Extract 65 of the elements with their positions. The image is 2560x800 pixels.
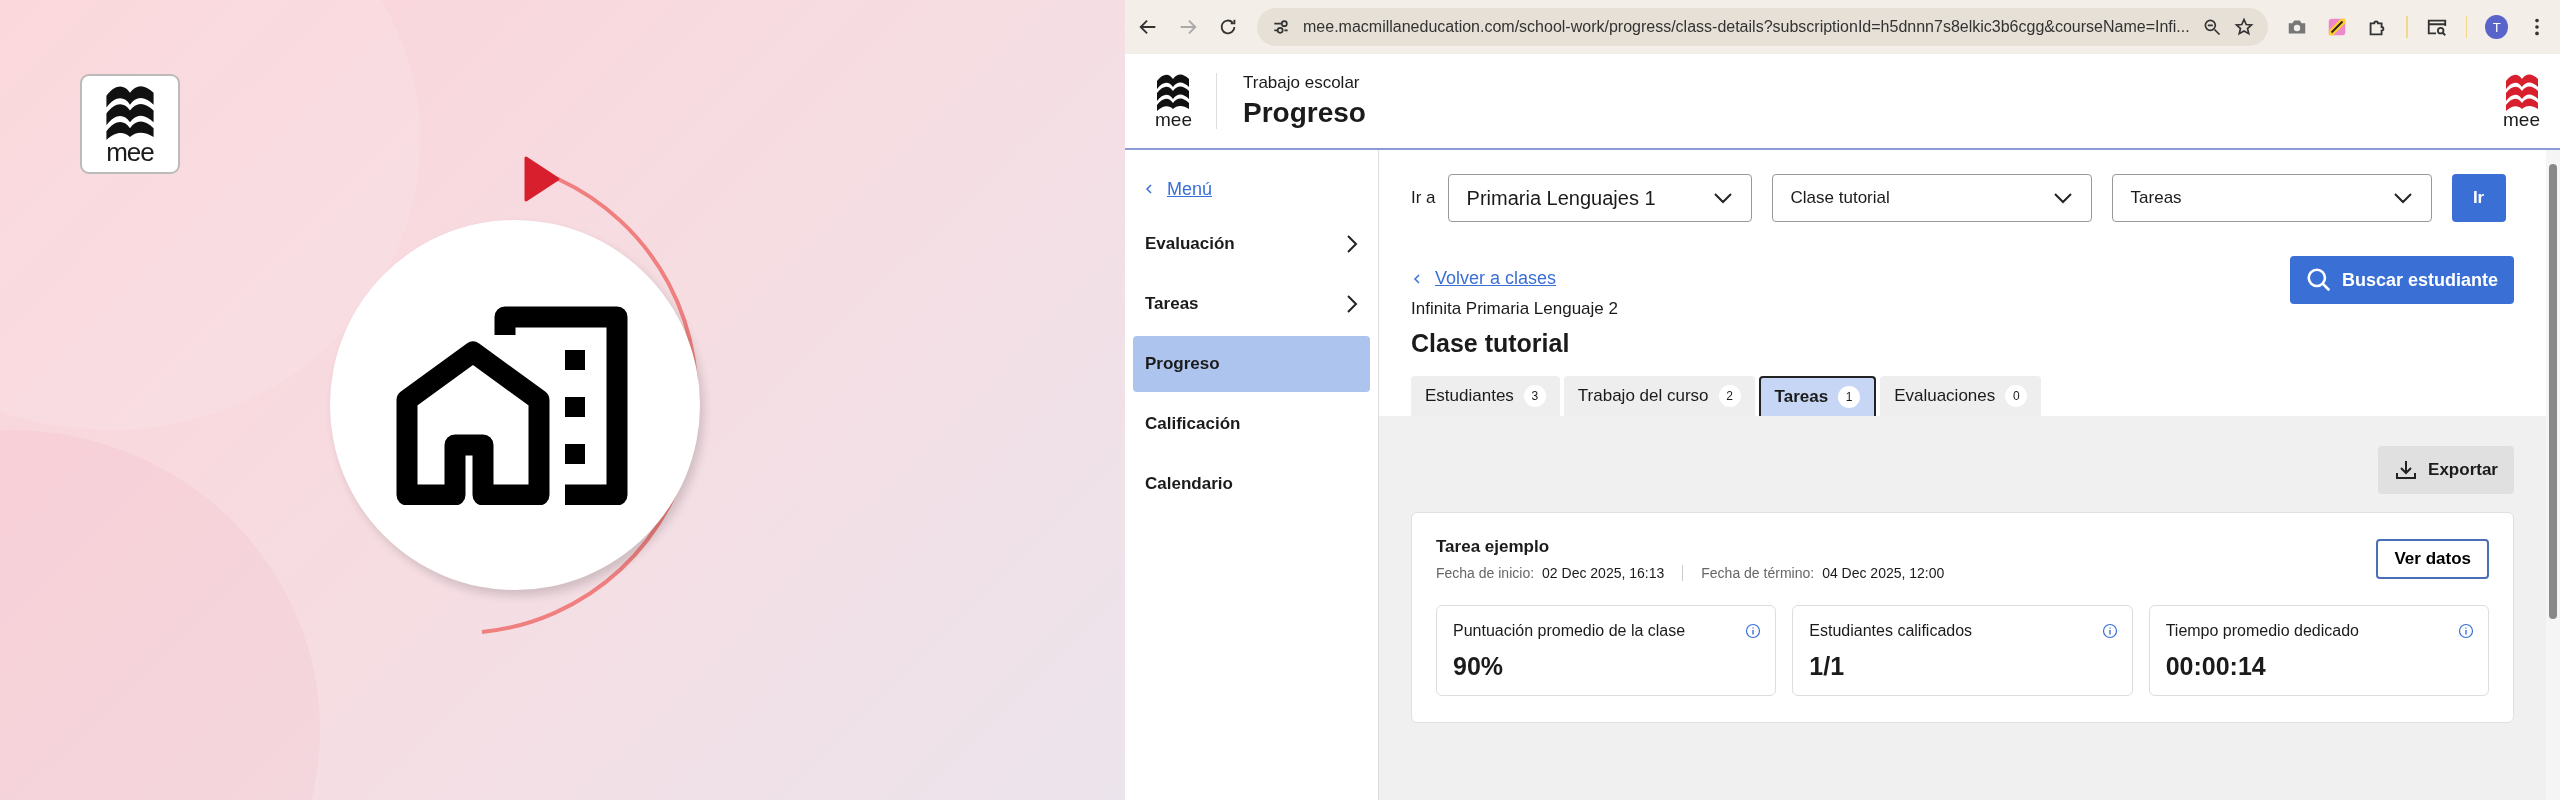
tab[interactable]: Estudiantes 3 xyxy=(1411,376,1560,416)
dropdown[interactable]: Primaria Lenguajes 1 xyxy=(1447,174,1752,222)
stat-label: Tiempo promedio dedicado xyxy=(2165,622,2359,640)
chevron-down-icon xyxy=(2392,192,2413,204)
sidebar-item[interactable]: Tareas xyxy=(1133,276,1370,332)
stat-label: Estudiantes calificados xyxy=(1809,622,1973,640)
logo-text: mee xyxy=(2503,111,2540,129)
stat-value: 00:00:14 xyxy=(2165,652,2267,681)
search-icon xyxy=(2305,267,2332,293)
star-icon[interactable] xyxy=(2233,17,2254,37)
tab-label: Estudiantes xyxy=(1425,386,1514,406)
chevron-right-icon xyxy=(1346,234,1358,254)
info-icon[interactable] xyxy=(2458,623,2474,639)
date-value: 02 Dec 2025, 16:13 xyxy=(1542,565,1665,581)
dropdown[interactable]: Clase tutorial xyxy=(1771,174,2092,222)
date-label: Fecha de término: xyxy=(1701,565,1815,581)
wave-logo-icon xyxy=(1155,73,1192,111)
count-badge: 2 xyxy=(1718,385,1741,407)
wave-logo-icon xyxy=(2503,73,2540,111)
date-value: 04 Dec 2025, 12:00 xyxy=(1822,565,1945,581)
chevron-down-icon xyxy=(2052,192,2073,204)
scrollbar[interactable] xyxy=(2546,150,2560,800)
chevron-down-icon xyxy=(1712,192,1733,204)
count-badge: 0 xyxy=(2005,385,2028,407)
sidebar-item[interactable]: Progreso xyxy=(1133,336,1370,392)
logo-text: mee xyxy=(106,140,154,164)
stat-value: 1/1 xyxy=(1809,652,1846,681)
info-icon[interactable] xyxy=(1745,623,1762,639)
go-button[interactable]: Ir xyxy=(2451,174,2506,222)
stat-label: Puntuación promedio de la clase xyxy=(1453,622,1686,640)
chevron-left-icon xyxy=(1143,183,1155,195)
tab[interactable]: Tareas 1 xyxy=(1758,376,1877,416)
date-label: Fecha de inicio: xyxy=(1436,565,1535,581)
view-data-button[interactable]: Ver datos xyxy=(2376,539,2489,579)
tab-label: Tareas xyxy=(1774,387,1829,407)
go-to-label: Ir a xyxy=(1411,188,1436,208)
export-button[interactable]: Exportar xyxy=(2378,446,2514,494)
site-settings-icon[interactable] xyxy=(1271,17,1291,37)
tab-label: Trabajo del curso xyxy=(1577,386,1709,406)
search-student-button[interactable]: Buscar estudiante xyxy=(2289,256,2514,304)
course-name: Infinita Primaria Lenguaje 2 xyxy=(1411,299,1618,319)
url-text: mee.macmillaneducation.com/school-work/progress/class-details?subscriptionId=h5dnnn7s8elkic3b6cgg&courseName=Infi... xyxy=(1303,18,2190,36)
menu-link[interactable]: Menú xyxy=(1167,178,1213,200)
tab-label: Evaluaciones xyxy=(1894,386,1996,406)
dropdown[interactable]: Tareas xyxy=(2111,174,2432,222)
sidebar-item[interactable]: Calendario xyxy=(1133,456,1370,512)
stat-value: 90% xyxy=(1453,652,1505,681)
logo-text: mee xyxy=(1155,111,1192,129)
profile-avatar[interactable]: T xyxy=(2485,15,2508,39)
class-title: Clase tutorial xyxy=(1411,329,1571,358)
tab[interactable]: Trabajo del curso 2 xyxy=(1563,376,1755,416)
tab[interactable]: Evaluaciones 0 xyxy=(1880,376,2042,416)
page-title: Progreso xyxy=(1242,97,1366,129)
chevron-left-icon xyxy=(1411,272,1423,285)
chevron-right-icon xyxy=(1346,294,1358,314)
download-icon xyxy=(2394,458,2419,482)
section-label: Trabajo escolar xyxy=(1242,73,1361,93)
assignment-title: Tarea ejemplo xyxy=(1436,537,1551,557)
info-icon[interactable] xyxy=(2101,623,2118,639)
sidebar-item[interactable]: Calificación xyxy=(1133,396,1370,452)
count-badge: 1 xyxy=(1838,386,1861,408)
back-to-classes-link[interactable]: Volver a clases xyxy=(1435,268,1557,289)
address-bar[interactable]: mee.macmillaneducation.com/school-work/progress/class-details?subscriptionId=h5dnnn7s8elkic3b6cgg&courseName=Infi... xyxy=(1257,8,2268,46)
sidebar-item[interactable]: Evaluación xyxy=(1133,216,1370,272)
count-badge: 3 xyxy=(1523,385,1546,407)
